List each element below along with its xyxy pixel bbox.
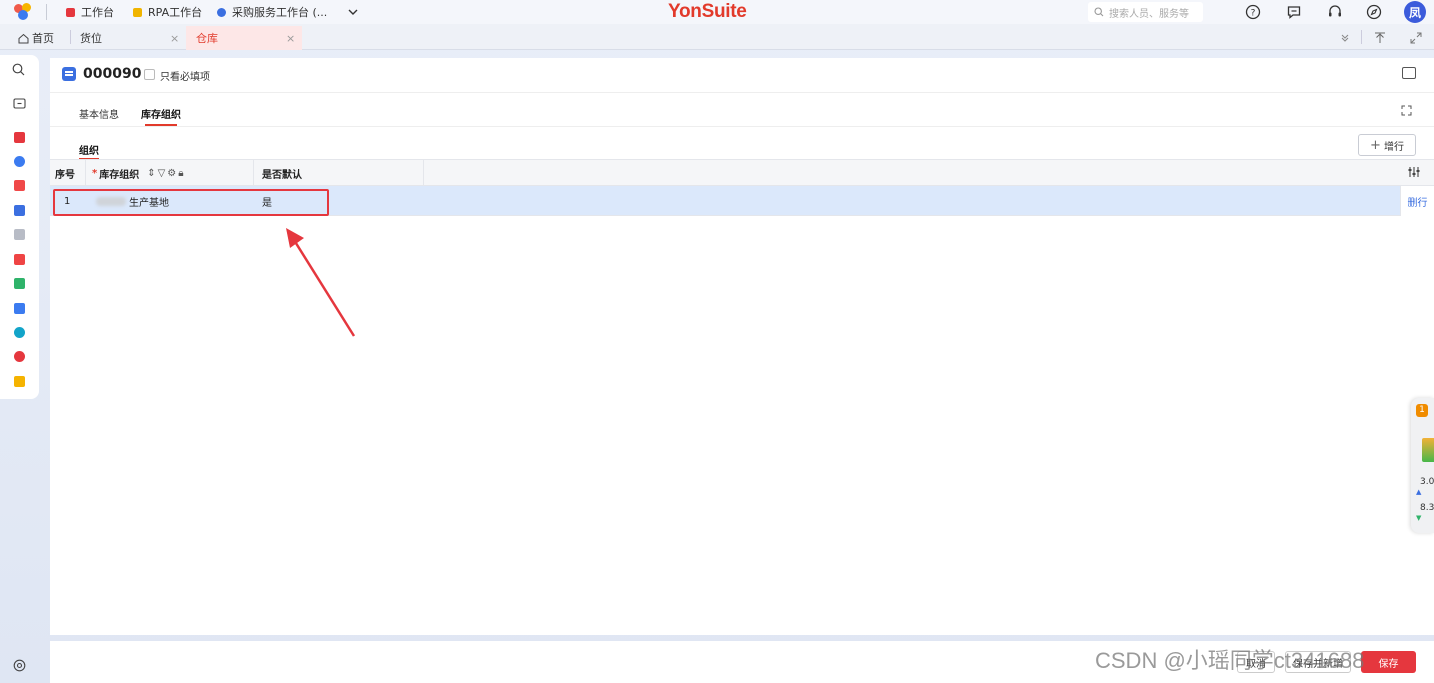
search-icon[interactable] [12,63,25,79]
svg-text:?: ? [1251,9,1256,19]
top-bar: 工作台 RPA工作台 采购服务工作台 (... YonSuite 搜索人员、服务… [0,0,1434,24]
workbench-icon [66,7,75,17]
chevron-down-icon [348,9,358,15]
brand-logo: YonSuite [668,1,747,22]
folder-icon[interactable] [13,97,26,112]
report-nav-icon[interactable] [14,254,25,265]
divider [46,4,47,20]
column-label: 序号 [55,170,75,181]
home-icon [18,33,29,43]
procurement-icon [217,7,226,17]
workspace-label: RPA工作台 [148,6,203,19]
group-toolbar: 组织 + 增行 [50,127,1434,160]
annotation-highlight-box [53,189,329,216]
chart-nav-icon[interactable] [14,303,25,314]
save-button[interactable]: 保存 [1361,651,1416,673]
section-tabs: 基本信息 库存组织 [50,93,1434,127]
workspace-tab-procurement[interactable]: 采购服务工作台 (... [217,4,327,20]
column-tools-icons[interactable]: ⇕▽⚙🔒︎ [147,168,185,179]
fullscreen-icon[interactable] [1410,26,1424,50]
document-nav-icon[interactable] [14,278,25,289]
tab-label: 仓库 [196,32,218,45]
page-title: 000090 [83,66,142,82]
sidebar-footer [0,650,39,683]
workspace-label: 工作台 [81,6,114,19]
page-tabs: 首页 货位 × 仓库 × [0,24,1434,50]
add-row-button[interactable]: + 增行 [1358,134,1416,156]
up-arrow-icon: ▲ [1416,488,1422,496]
widget-gauge [1422,438,1434,462]
table-header: 序号 * 库存组织 ⇕▽⚙🔒︎ 是否默认 [50,159,1434,187]
message-icon[interactable] [1283,1,1305,23]
close-icon[interactable]: × [286,32,295,45]
gift-nav-icon[interactable] [14,180,25,191]
search-icon [1094,7,1104,17]
help-icon[interactable]: ? [1242,1,1264,23]
card-header: 000090 只看必填项 [50,58,1434,93]
document-icon [62,67,76,81]
required-mark: * [92,168,98,179]
divider [1361,30,1362,44]
close-icon[interactable]: × [170,32,179,45]
watermark: CSDN @小瑶同学ct341688 [1095,648,1365,673]
box-nav-icon[interactable] [14,327,25,338]
tab-label: 首页 [32,32,54,45]
global-search-input[interactable]: 搜索人员、服务等 [1088,2,1203,22]
column-settings-icon[interactable] [1408,166,1420,181]
user-avatar[interactable]: 凤 [1404,1,1426,23]
left-sidebar [0,55,39,399]
workspace-dropdown[interactable] [348,4,358,20]
home-nav-icon[interactable] [14,132,25,143]
headset-icon[interactable] [1324,1,1346,23]
widget-badge: 1 [1416,404,1428,417]
app-logo-icon[interactable] [14,3,34,20]
tab-label: 货位 [80,32,102,45]
main-card: 000090 只看必填项 基本信息 库存组织 组织 + 增行 序号 * 库存组织… [50,58,1434,635]
expand-icon[interactable] [1401,105,1412,119]
plus-icon: + [1370,137,1381,153]
search-placeholder: 搜索人员、服务等 [1109,8,1189,20]
apps-nav-icon[interactable] [14,229,25,240]
delete-row-button[interactable]: 删行 [1400,186,1434,216]
settings-icon[interactable] [13,659,26,675]
tab-warehouse[interactable]: 仓库 × [186,26,302,50]
column-label: 是否默认 [262,170,302,181]
workspace-tab-rpa[interactable]: RPA工作台 [133,4,202,20]
workspace-label: 采购服务工作台 (... [232,6,328,19]
tab-home[interactable]: 首页 [18,26,68,50]
widget-value-1: 3.0 [1420,477,1434,487]
cube-nav-icon[interactable] [14,156,25,167]
down-arrow-icon: ▼ [1416,514,1422,522]
rpa-icon [133,7,142,17]
widget-value-2: 8.3 [1420,503,1434,513]
performance-widget[interactable]: 1 3.0 ▲ 8.3 ▼ [1411,398,1434,533]
column-header-index: 序号 [50,160,86,187]
tab-organization[interactable]: 组织 [79,142,99,160]
add-row-label: 增行 [1383,141,1404,153]
upload-icon[interactable] [1374,26,1388,50]
tab-basic-info[interactable]: 基本信息 [79,106,119,121]
clipboard-nav-icon[interactable] [14,205,25,216]
workspace-tab-workbench[interactable]: 工作台 [66,4,114,20]
divider [70,30,71,44]
required-only-checkbox[interactable] [144,69,155,80]
column-label: 库存组织 [99,170,140,181]
tab-inventory-org[interactable]: 库存组织 [141,106,181,126]
compass-icon[interactable] [1363,1,1385,23]
column-header-is-default[interactable]: 是否默认 [254,160,424,187]
annotation-arrow [286,228,356,337]
star-nav-icon[interactable] [14,376,25,387]
keyboard-icon[interactable] [1402,67,1416,79]
column-header-inventory-org[interactable]: * 库存组织 ⇕▽⚙🔒︎ [86,160,254,187]
grid-nav-icon[interactable] [14,351,25,362]
tab-storage-location[interactable]: 货位 × [74,26,184,50]
required-only-label: 只看必填项 [160,72,210,83]
collapse-tabs-icon[interactable] [1340,26,1354,50]
